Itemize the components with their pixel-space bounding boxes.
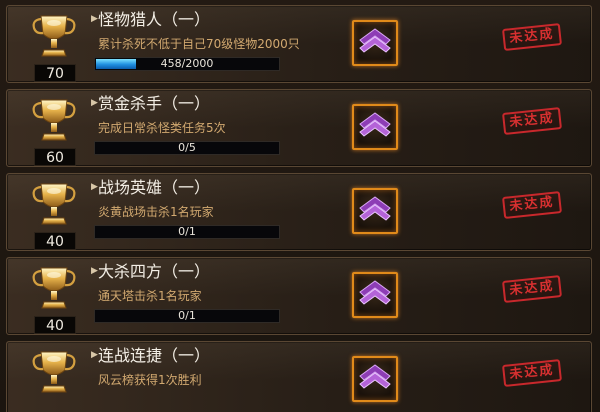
achievement-row[interactable]: 40 ▶ 战场英雄（一） 炎黄战场击杀1名玩家 0/1 未达成 [6,173,592,251]
achievement-title: 大杀四方（一） [98,262,211,281]
status-stamp: 未达成 [502,275,562,303]
progress-text: 458/2000 [160,57,214,70]
trophy-icon [32,267,76,309]
achievement-title: 怪物猎人（一） [98,10,211,29]
achievement-row[interactable]: 40 ▶ 大杀四方（一） 通天塔击杀1名玩家 0/1 未达成 [6,257,592,335]
progress-bar: 0/5 [94,141,280,155]
purple-chevron-reward-icon [359,112,391,137]
title-arrow-icon: ▶ [91,266,98,276]
purple-chevron-reward-icon [359,364,391,389]
achievement-points: 70 [34,64,76,82]
purple-chevron-reward-icon [359,280,391,305]
reward-item[interactable] [352,188,398,234]
achievement-description: 累计杀死不低于自己70级怪物2000只 [98,37,300,51]
achievement-points: 40 [34,316,76,334]
status-stamp: 未达成 [502,191,562,219]
achievement-title: 连战连捷（一） [98,346,211,365]
progress-bar: 458/2000 [94,57,280,71]
achievement-row[interactable]: 70 ▶ 怪物猎人（一） 累计杀死不低于自己70级怪物2000只 458/200… [6,5,592,83]
status-stamp: 未达成 [502,359,562,387]
achievement-description: 完成日常杀怪类任务5次 [98,121,226,135]
purple-chevron-reward-icon [359,28,391,53]
title-arrow-icon: ▶ [91,182,98,192]
trophy-icon [32,99,76,141]
title-arrow-icon: ▶ [91,14,98,24]
progress-text: 0/5 [178,141,196,154]
achievement-description: 炎黄战场击杀1名玩家 [98,205,214,219]
reward-item[interactable] [352,356,398,402]
progress-text: 0/1 [178,309,196,322]
achievement-title: 战场英雄（一） [98,178,211,197]
reward-item[interactable] [352,20,398,66]
title-arrow-icon: ▶ [91,98,98,108]
title-arrow-icon: ▶ [91,350,98,360]
reward-item[interactable] [352,272,398,318]
reward-item[interactable] [352,104,398,150]
achievement-description: 通天塔击杀1名玩家 [98,289,202,303]
achievement-row[interactable]: ▶ 连战连捷（一） 风云榜获得1次胜利 未达成 [6,341,592,412]
progress-text: 0/1 [178,225,196,238]
trophy-icon [32,351,76,393]
progress-bar: 0/1 [94,309,280,323]
achievement-list-panel: 70 ▶ 怪物猎人（一） 累计杀死不低于自己70级怪物2000只 458/200… [0,0,600,412]
achievement-points: 40 [34,232,76,250]
status-stamp: 未达成 [502,23,562,51]
status-stamp: 未达成 [502,107,562,135]
achievement-title: 赏金杀手（一） [98,94,211,113]
purple-chevron-reward-icon [359,196,391,221]
achievement-points: 60 [34,148,76,166]
achievement-description: 风云榜获得1次胜利 [98,373,202,387]
trophy-icon [32,183,76,225]
progress-bar: 0/1 [94,225,280,239]
achievement-row[interactable]: 60 ▶ 赏金杀手（一） 完成日常杀怪类任务5次 0/5 未达成 [6,89,592,167]
trophy-icon [32,15,76,57]
